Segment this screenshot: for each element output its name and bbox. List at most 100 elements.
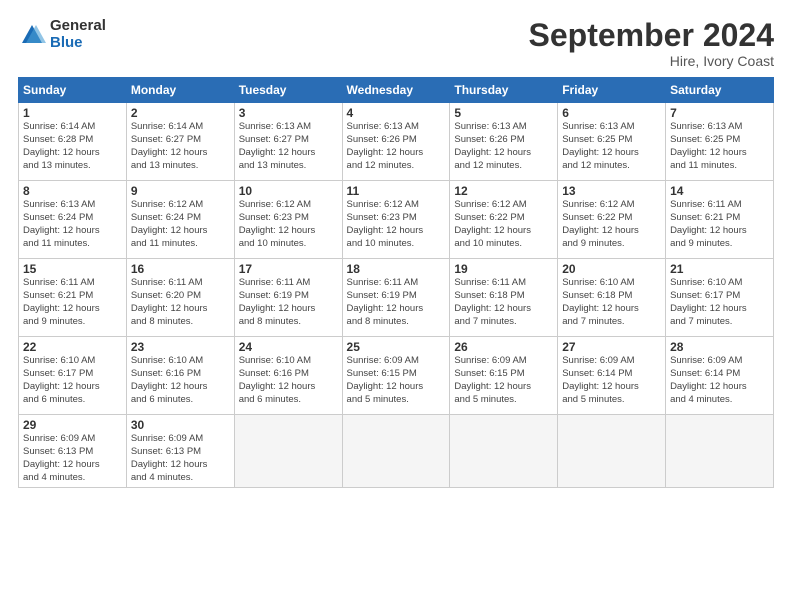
calendar-week-row: 15Sunrise: 6:11 AM Sunset: 6:21 PM Dayli… bbox=[19, 259, 774, 337]
day-info: Sunrise: 6:13 AM Sunset: 6:26 PM Dayligh… bbox=[347, 121, 446, 172]
day-number: 27 bbox=[562, 340, 661, 354]
header: General Blue September 2024 Hire, Ivory … bbox=[18, 18, 774, 69]
calendar-week-row: 22Sunrise: 6:10 AM Sunset: 6:17 PM Dayli… bbox=[19, 337, 774, 415]
calendar-day-header: Sunday bbox=[19, 78, 127, 103]
day-number: 30 bbox=[131, 418, 230, 432]
day-number: 19 bbox=[454, 262, 553, 276]
calendar-header-row: SundayMondayTuesdayWednesdayThursdayFrid… bbox=[19, 78, 774, 103]
logo: General Blue bbox=[18, 18, 106, 51]
calendar-day-header: Monday bbox=[126, 78, 234, 103]
day-info: Sunrise: 6:13 AM Sunset: 6:26 PM Dayligh… bbox=[454, 121, 553, 172]
day-number: 5 bbox=[454, 106, 553, 120]
logo-icon bbox=[18, 21, 46, 49]
day-number: 26 bbox=[454, 340, 553, 354]
day-number: 22 bbox=[23, 340, 122, 354]
day-number: 1 bbox=[23, 106, 122, 120]
day-number: 9 bbox=[131, 184, 230, 198]
day-number: 6 bbox=[562, 106, 661, 120]
day-info: Sunrise: 6:09 AM Sunset: 6:14 PM Dayligh… bbox=[562, 355, 661, 406]
day-number: 2 bbox=[131, 106, 230, 120]
page: General Blue September 2024 Hire, Ivory … bbox=[0, 0, 792, 612]
calendar-cell bbox=[234, 415, 342, 488]
day-info: Sunrise: 6:14 AM Sunset: 6:28 PM Dayligh… bbox=[23, 121, 122, 172]
day-number: 18 bbox=[347, 262, 446, 276]
month-title: September 2024 bbox=[529, 18, 774, 53]
day-info: Sunrise: 6:10 AM Sunset: 6:17 PM Dayligh… bbox=[670, 277, 769, 328]
day-info: Sunrise: 6:13 AM Sunset: 6:25 PM Dayligh… bbox=[670, 121, 769, 172]
day-number: 17 bbox=[239, 262, 338, 276]
calendar-cell: 27Sunrise: 6:09 AM Sunset: 6:14 PM Dayli… bbox=[558, 337, 666, 415]
day-number: 21 bbox=[670, 262, 769, 276]
calendar-cell: 29Sunrise: 6:09 AM Sunset: 6:13 PM Dayli… bbox=[19, 415, 127, 488]
day-info: Sunrise: 6:09 AM Sunset: 6:15 PM Dayligh… bbox=[454, 355, 553, 406]
day-info: Sunrise: 6:10 AM Sunset: 6:16 PM Dayligh… bbox=[131, 355, 230, 406]
calendar-cell: 4Sunrise: 6:13 AM Sunset: 6:26 PM Daylig… bbox=[342, 103, 450, 181]
logo-general: General bbox=[50, 18, 106, 35]
day-info: Sunrise: 6:10 AM Sunset: 6:16 PM Dayligh… bbox=[239, 355, 338, 406]
calendar-cell: 12Sunrise: 6:12 AM Sunset: 6:22 PM Dayli… bbox=[450, 181, 558, 259]
calendar-cell: 11Sunrise: 6:12 AM Sunset: 6:23 PM Dayli… bbox=[342, 181, 450, 259]
day-number: 23 bbox=[131, 340, 230, 354]
title-area: September 2024 Hire, Ivory Coast bbox=[529, 18, 774, 69]
calendar-cell: 8Sunrise: 6:13 AM Sunset: 6:24 PM Daylig… bbox=[19, 181, 127, 259]
day-number: 16 bbox=[131, 262, 230, 276]
day-number: 20 bbox=[562, 262, 661, 276]
calendar-day-header: Thursday bbox=[450, 78, 558, 103]
calendar-cell: 16Sunrise: 6:11 AM Sunset: 6:20 PM Dayli… bbox=[126, 259, 234, 337]
calendar-day-header: Saturday bbox=[666, 78, 774, 103]
calendar-cell: 10Sunrise: 6:12 AM Sunset: 6:23 PM Dayli… bbox=[234, 181, 342, 259]
day-info: Sunrise: 6:12 AM Sunset: 6:23 PM Dayligh… bbox=[239, 199, 338, 250]
day-info: Sunrise: 6:13 AM Sunset: 6:27 PM Dayligh… bbox=[239, 121, 338, 172]
day-info: Sunrise: 6:11 AM Sunset: 6:20 PM Dayligh… bbox=[131, 277, 230, 328]
calendar-cell: 1Sunrise: 6:14 AM Sunset: 6:28 PM Daylig… bbox=[19, 103, 127, 181]
calendar-cell: 3Sunrise: 6:13 AM Sunset: 6:27 PM Daylig… bbox=[234, 103, 342, 181]
calendar-week-row: 1Sunrise: 6:14 AM Sunset: 6:28 PM Daylig… bbox=[19, 103, 774, 181]
calendar-cell: 14Sunrise: 6:11 AM Sunset: 6:21 PM Dayli… bbox=[666, 181, 774, 259]
location: Hire, Ivory Coast bbox=[529, 53, 774, 69]
calendar-cell: 9Sunrise: 6:12 AM Sunset: 6:24 PM Daylig… bbox=[126, 181, 234, 259]
day-info: Sunrise: 6:11 AM Sunset: 6:19 PM Dayligh… bbox=[347, 277, 446, 328]
calendar-cell bbox=[558, 415, 666, 488]
calendar-day-header: Tuesday bbox=[234, 78, 342, 103]
calendar-day-header: Friday bbox=[558, 78, 666, 103]
day-number: 14 bbox=[670, 184, 769, 198]
day-info: Sunrise: 6:11 AM Sunset: 6:18 PM Dayligh… bbox=[454, 277, 553, 328]
logo-text: General Blue bbox=[50, 18, 106, 51]
day-info: Sunrise: 6:13 AM Sunset: 6:25 PM Dayligh… bbox=[562, 121, 661, 172]
calendar-cell bbox=[342, 415, 450, 488]
calendar-cell: 17Sunrise: 6:11 AM Sunset: 6:19 PM Dayli… bbox=[234, 259, 342, 337]
calendar-cell: 22Sunrise: 6:10 AM Sunset: 6:17 PM Dayli… bbox=[19, 337, 127, 415]
calendar-cell: 2Sunrise: 6:14 AM Sunset: 6:27 PM Daylig… bbox=[126, 103, 234, 181]
calendar-cell: 24Sunrise: 6:10 AM Sunset: 6:16 PM Dayli… bbox=[234, 337, 342, 415]
day-number: 10 bbox=[239, 184, 338, 198]
day-info: Sunrise: 6:14 AM Sunset: 6:27 PM Dayligh… bbox=[131, 121, 230, 172]
day-number: 28 bbox=[670, 340, 769, 354]
day-info: Sunrise: 6:11 AM Sunset: 6:21 PM Dayligh… bbox=[23, 277, 122, 328]
day-number: 11 bbox=[347, 184, 446, 198]
day-info: Sunrise: 6:10 AM Sunset: 6:18 PM Dayligh… bbox=[562, 277, 661, 328]
calendar-cell: 7Sunrise: 6:13 AM Sunset: 6:25 PM Daylig… bbox=[666, 103, 774, 181]
calendar-cell: 6Sunrise: 6:13 AM Sunset: 6:25 PM Daylig… bbox=[558, 103, 666, 181]
calendar-cell: 23Sunrise: 6:10 AM Sunset: 6:16 PM Dayli… bbox=[126, 337, 234, 415]
day-number: 7 bbox=[670, 106, 769, 120]
calendar-cell: 28Sunrise: 6:09 AM Sunset: 6:14 PM Dayli… bbox=[666, 337, 774, 415]
calendar-cell: 13Sunrise: 6:12 AM Sunset: 6:22 PM Dayli… bbox=[558, 181, 666, 259]
day-number: 25 bbox=[347, 340, 446, 354]
day-number: 24 bbox=[239, 340, 338, 354]
day-info: Sunrise: 6:12 AM Sunset: 6:22 PM Dayligh… bbox=[454, 199, 553, 250]
day-info: Sunrise: 6:10 AM Sunset: 6:17 PM Dayligh… bbox=[23, 355, 122, 406]
day-info: Sunrise: 6:09 AM Sunset: 6:13 PM Dayligh… bbox=[23, 433, 122, 484]
calendar-cell: 26Sunrise: 6:09 AM Sunset: 6:15 PM Dayli… bbox=[450, 337, 558, 415]
calendar-cell bbox=[450, 415, 558, 488]
day-info: Sunrise: 6:09 AM Sunset: 6:14 PM Dayligh… bbox=[670, 355, 769, 406]
day-info: Sunrise: 6:09 AM Sunset: 6:13 PM Dayligh… bbox=[131, 433, 230, 484]
day-number: 8 bbox=[23, 184, 122, 198]
calendar: SundayMondayTuesdayWednesdayThursdayFrid… bbox=[18, 77, 774, 488]
calendar-cell: 21Sunrise: 6:10 AM Sunset: 6:17 PM Dayli… bbox=[666, 259, 774, 337]
day-info: Sunrise: 6:12 AM Sunset: 6:22 PM Dayligh… bbox=[562, 199, 661, 250]
day-number: 13 bbox=[562, 184, 661, 198]
calendar-cell: 5Sunrise: 6:13 AM Sunset: 6:26 PM Daylig… bbox=[450, 103, 558, 181]
day-info: Sunrise: 6:11 AM Sunset: 6:21 PM Dayligh… bbox=[670, 199, 769, 250]
day-info: Sunrise: 6:09 AM Sunset: 6:15 PM Dayligh… bbox=[347, 355, 446, 406]
day-number: 4 bbox=[347, 106, 446, 120]
